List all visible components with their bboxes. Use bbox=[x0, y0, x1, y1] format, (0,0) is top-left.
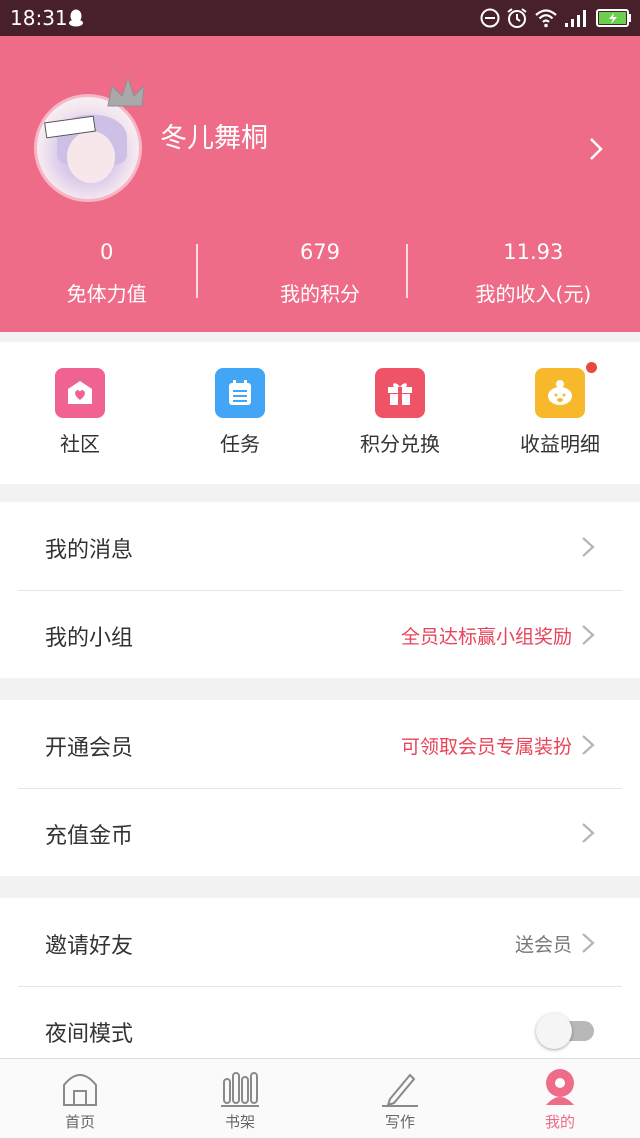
menu-item-title: 我的消息 bbox=[45, 538, 134, 563]
pen-icon bbox=[382, 1073, 418, 1107]
profile-chevron-right-icon[interactable] bbox=[586, 136, 606, 162]
chevron-right-icon bbox=[582, 537, 595, 557]
do-not-disturb-icon bbox=[480, 8, 500, 28]
menu-item-title: 开通会员 bbox=[45, 736, 134, 761]
bookshelf-icon bbox=[221, 1072, 259, 1107]
task-icon bbox=[215, 368, 265, 418]
battery-icon bbox=[596, 9, 631, 27]
chevron-right-icon bbox=[582, 933, 595, 953]
nav-label: 我的 bbox=[544, 1113, 575, 1131]
quick-action-community[interactable]: 社区 bbox=[0, 342, 160, 484]
night-mode-toggle[interactable] bbox=[536, 1013, 594, 1049]
menu-item-title: 邀请好友 bbox=[45, 934, 134, 959]
qq-notification-icon bbox=[69, 9, 83, 27]
community-icon bbox=[55, 368, 105, 418]
nav-home[interactable]: 首页 bbox=[0, 1059, 160, 1138]
menu-item-promo: 全员达标赢小组奖励 bbox=[400, 626, 572, 648]
piggy-icon bbox=[535, 368, 585, 418]
gift-icon bbox=[375, 368, 425, 418]
notification-dot bbox=[584, 360, 599, 375]
nav-write[interactable]: 写作 bbox=[320, 1059, 480, 1138]
stat-points[interactable]: 679 我的积分 bbox=[213, 236, 426, 312]
stat-stamina[interactable]: 0 免体力值 bbox=[0, 236, 213, 312]
profile-header: 冬儿舞桐 0 免体力值 679 我的积分 11.93 我的收入(元) bbox=[0, 36, 640, 332]
stat-value: 11.93 bbox=[503, 240, 564, 264]
bottom-nav: 首页 书架 写作 我的 bbox=[0, 1058, 640, 1138]
quick-action-label: 收益明细 bbox=[520, 432, 600, 456]
stat-value: 679 bbox=[299, 240, 341, 264]
alarm-icon bbox=[507, 8, 527, 28]
chevron-right-icon bbox=[582, 625, 595, 645]
quick-action-label: 任务 bbox=[220, 432, 260, 456]
nav-label: 写作 bbox=[384, 1113, 415, 1131]
stat-divider bbox=[406, 244, 408, 298]
profile-stats: 0 免体力值 679 我的积分 11.93 我的收入(元) bbox=[0, 236, 640, 312]
profile-icon bbox=[546, 1069, 574, 1105]
menu-item-vip[interactable]: 开通会员 可领取会员专属装扮 bbox=[0, 700, 640, 788]
quick-actions: 社区 任务 积分兑换 收益明细 bbox=[0, 342, 640, 484]
nav-label: 首页 bbox=[64, 1113, 95, 1131]
stat-income[interactable]: 11.93 我的收入(元) bbox=[427, 236, 640, 312]
status-bar: 18:31 bbox=[0, 0, 640, 36]
menu-item-hint: 送会员 bbox=[514, 934, 572, 956]
menu-item-title: 我的小组 bbox=[45, 626, 134, 651]
menu-item-title: 充值金币 bbox=[45, 824, 134, 849]
menu-item-title: 夜间模式 bbox=[45, 1022, 134, 1047]
stat-label: 我的积分 bbox=[279, 282, 360, 306]
stat-value: 0 bbox=[99, 240, 114, 264]
menu-item-messages[interactable]: 我的消息 bbox=[0, 502, 640, 590]
menu-item-invite[interactable]: 邀请好友 送会员 bbox=[0, 898, 640, 986]
chevron-right-icon bbox=[582, 735, 595, 755]
quick-action-label: 积分兑换 bbox=[360, 432, 440, 456]
nav-mine[interactable]: 我的 bbox=[480, 1059, 640, 1138]
nav-label: 书架 bbox=[224, 1113, 255, 1131]
quick-action-task[interactable]: 任务 bbox=[160, 342, 320, 484]
nav-bookshelf[interactable]: 书架 bbox=[160, 1059, 320, 1138]
quick-action-earnings[interactable]: 收益明细 bbox=[480, 342, 640, 484]
stat-label: 免体力值 bbox=[66, 282, 147, 306]
menu-group-social: 我的消息 我的小组 全员达标赢小组奖励 bbox=[0, 502, 640, 678]
menu-item-promo: 可领取会员专属装扮 bbox=[400, 736, 572, 758]
quick-action-label: 社区 bbox=[60, 432, 100, 456]
quick-action-points-exchange[interactable]: 积分兑换 bbox=[320, 342, 480, 484]
wifi-icon bbox=[535, 9, 557, 28]
menu-item-recharge[interactable]: 充值金币 bbox=[0, 788, 640, 876]
toggle-knob bbox=[536, 1013, 572, 1049]
signal-icon bbox=[565, 10, 586, 27]
menu-item-groups[interactable]: 我的小组 全员达标赢小组奖励 bbox=[0, 590, 640, 678]
stat-divider bbox=[196, 244, 198, 298]
status-time: 18:31 bbox=[10, 6, 68, 30]
username[interactable]: 冬儿舞桐 bbox=[160, 116, 268, 155]
menu-group-account: 开通会员 可领取会员专属装扮 充值金币 bbox=[0, 700, 640, 876]
menu-group-settings: 邀请好友 送会员 夜间模式 bbox=[0, 898, 640, 1074]
stat-label: 我的收入(元) bbox=[475, 282, 592, 306]
crown-icon bbox=[107, 76, 145, 107]
chevron-right-icon bbox=[582, 823, 595, 843]
home-icon bbox=[63, 1074, 97, 1106]
